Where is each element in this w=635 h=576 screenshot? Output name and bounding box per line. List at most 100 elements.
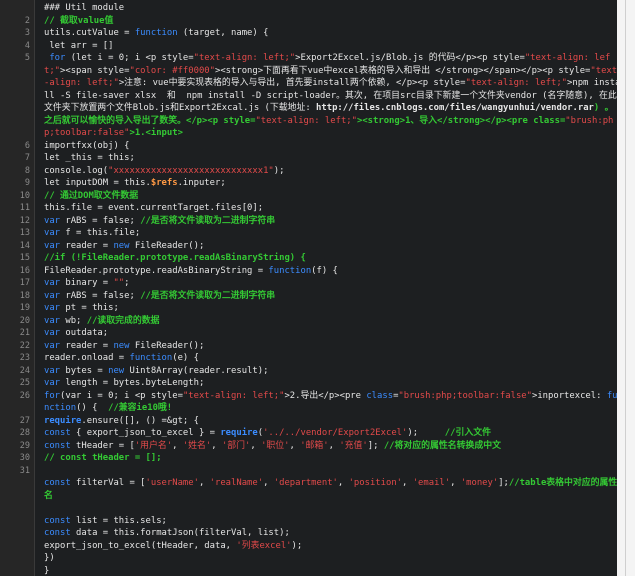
code-line[interactable]: 17 var binary = "";: [0, 277, 625, 290]
code-token: "color: #ff0000": [129, 65, 216, 76]
code-line[interactable]: 15 //if (!FileReader.prototype.readAsBina…: [0, 252, 625, 265]
code-line[interactable]: 11 this.file = event.currentTarget.files[…: [0, 202, 625, 215]
code-token: ,: [250, 440, 262, 451]
line-number: 24: [19, 365, 30, 376]
code-token: //读取完成的数据: [86, 315, 160, 326]
code-token: var: [44, 365, 61, 376]
line-number: 22: [19, 340, 30, 351]
code-token: var: [44, 290, 61, 301]
line-number: 15: [19, 253, 30, 263]
code-area[interactable]: ### Util module 2 // 截取value值 3 utils.cutVal…: [0, 2, 625, 576]
code-token: 'position': [348, 478, 403, 488]
code-text: const tHeader = ['用户名', '姓名', '部门', '职位'…: [44, 440, 621, 453]
code-token: "brush:php;toolbar:false": [398, 390, 532, 401]
code-line[interactable]: }: [0, 565, 625, 576]
code-token: "text-align: left;": [255, 115, 357, 126]
code-token: $refs: [150, 178, 178, 188]
code-line[interactable]: 14 var reader = new FileReader();: [0, 240, 625, 253]
code-text: var f = this.file;: [44, 227, 621, 240]
code-token: // const tHeader = [];: [44, 453, 162, 463]
code-line[interactable]: }): [0, 552, 625, 565]
code-token: 'money': [460, 478, 499, 488]
code-line[interactable]: 3 utils.cutValue = function (target, name…: [0, 27, 625, 40]
code-token: (f) {: [311, 265, 338, 276]
code-line[interactable]: 13 var f = this.file;: [0, 227, 625, 240]
code-line[interactable]: 12 var rABS = false; //是否将文件读取为二进制字符串: [0, 215, 625, 228]
code-token: for: [44, 390, 61, 401]
code-text: var reader = new FileReader();: [44, 340, 621, 353]
code-token: f = this.file;: [60, 228, 141, 238]
code-text: var rABS = false; //是否将文件读取为二进制字符串: [44, 290, 621, 303]
code-line[interactable]: 21 var outdata;: [0, 327, 625, 340]
code-line[interactable]: const list = this.sels;: [0, 515, 625, 528]
code-token: );: [291, 540, 303, 551]
code-line[interactable]: 28 const { export_json_to_excel } = requi…: [0, 427, 625, 440]
code-line[interactable]: 18 var rABS = false; //是否将文件读取为二进制字符串: [0, 290, 625, 303]
code-text: utils.cutValue = function (target, name)…: [44, 27, 621, 40]
code-editor[interactable]: ### Util module 2 // 截取value值 3 utils.cutVal…: [0, 0, 626, 576]
code-token: );: [273, 165, 285, 176]
code-line[interactable]: export_json_to_excel(tHeader, data, '列表e…: [0, 540, 625, 553]
code-line[interactable]: [0, 502, 625, 515]
code-line[interactable]: 26 for(var i = 0; i <p style="text-align:…: [0, 390, 625, 415]
code-line[interactable]: 6 importfxx(obj) {: [0, 140, 625, 153]
code-line[interactable]: 7 let _this = this;: [0, 152, 625, 165]
code-token: }: [44, 565, 50, 576]
code-line[interactable]: 16 FileReader.prototype.readAsBinaryStrin…: [0, 265, 625, 278]
code-token: );: [407, 428, 445, 438]
scrollbar[interactable]: [617, 0, 625, 576]
code-line[interactable]: 10 // 通过DOM取文件数据: [0, 190, 625, 203]
code-token: reader =: [60, 340, 114, 351]
code-line[interactable]: ### Util module: [0, 2, 625, 15]
code-line[interactable]: const filterVal = ['userName', 'realName…: [0, 477, 625, 502]
code-line[interactable]: 22 var reader = new FileReader();: [0, 340, 625, 353]
code-token: let inputDOM = this.: [44, 178, 151, 188]
code-token: pt = this;: [60, 303, 119, 313]
code-token: utils.cutValue =: [44, 28, 135, 38]
code-token: rABS = false;: [60, 215, 141, 226]
code-text: let arr = []: [44, 40, 621, 53]
code-line[interactable]: 23 reader.onload = function(e) {: [0, 352, 625, 365]
line-number: 11: [19, 203, 30, 213]
code-token: let _this = this;: [44, 153, 135, 163]
code-token: require: [220, 428, 258, 438]
code-token: ];: [367, 440, 384, 451]
code-token: //兼容ie10哦!: [108, 403, 173, 413]
code-token: '充值': [339, 440, 368, 451]
code-line[interactable]: 2 // 截取value值: [0, 15, 625, 28]
code-token: ><span style=: [60, 65, 130, 76]
line-number: 9: [24, 178, 30, 188]
code-token: ><strong>1、导入</strong></p><pre class=: [357, 115, 566, 126]
code-line[interactable]: 29 const tHeader = ['用户名', '姓名', '部门', '职…: [0, 440, 625, 453]
code-line[interactable]: const data = this.formatJson(filterVal, …: [0, 527, 625, 540]
code-line[interactable]: 27 require.ensure([], () =&gt; {: [0, 415, 625, 428]
code-text: var outdata;: [44, 327, 621, 340]
code-token: .ensure([], () =&gt; {: [81, 415, 199, 426]
line-number: 13: [19, 228, 30, 238]
code-line[interactable]: 20 var wb; //读取完成的数据: [0, 315, 625, 328]
code-line[interactable]: 9 let inputDOM = this.$refs.inputer;: [0, 177, 625, 190]
code-token: outdata;: [60, 328, 109, 338]
line-number: 29: [19, 440, 30, 451]
code-line[interactable]: 8 console.log("xxxxxxxxxxxxxxxxxxxxxxxxxx…: [0, 165, 625, 178]
code-line[interactable]: 5 for (let i = 0; i <p style="text-align…: [0, 52, 625, 140]
code-line[interactable]: 30 // const tHeader = [];: [0, 452, 625, 465]
code-token: FileReader();: [129, 340, 205, 351]
code-token: '姓名': [182, 440, 212, 451]
code-line[interactable]: 25 var length = bytes.byteLength;: [0, 377, 625, 390]
code-token: 'email': [412, 478, 451, 488]
line-number: 30: [19, 453, 30, 463]
code-line[interactable]: 31: [0, 465, 625, 478]
line-number: 7: [24, 153, 30, 163]
code-token: "": [113, 278, 125, 288]
code-line[interactable]: 19 var pt = this;: [0, 302, 625, 315]
code-token: .inputer;: [177, 178, 226, 188]
code-line[interactable]: 4 let arr = []: [0, 40, 625, 53]
code-token: //是否将文件读取为二进制字符串: [140, 215, 276, 226]
code-text: var reader = new FileReader();: [44, 240, 621, 253]
code-token: >inportexcel:: [532, 390, 607, 401]
code-token: (let i = 0; i <p style=: [65, 53, 194, 63]
line-number: 3: [24, 28, 30, 38]
code-line[interactable]: 24 var bytes = new Uint8Array(reader.resu…: [0, 365, 625, 378]
code-token: var: [44, 340, 61, 351]
